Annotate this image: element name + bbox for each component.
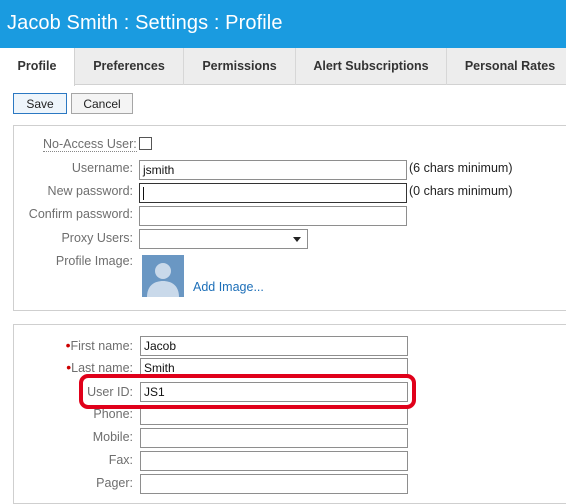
profile-image-label: Profile Image: [55, 254, 133, 268]
tab-permissions[interactable]: Permissions [184, 48, 296, 85]
chevron-down-icon[interactable] [293, 237, 301, 242]
last-name-label-text: Last name: [71, 361, 133, 375]
tab-preferences[interactable]: Preferences [75, 48, 184, 85]
add-image-link[interactable]: Add Image... [193, 280, 264, 294]
text-cursor [143, 187, 144, 201]
user-silhouette-icon[interactable] [142, 255, 184, 297]
user-id-label: User ID: [87, 385, 133, 399]
first-name-label-text: First name: [70, 339, 133, 353]
tab-profile[interactable]: Profile [0, 48, 75, 86]
cancel-button[interactable]: Cancel [71, 93, 133, 114]
last-name-label: •Last name: [13, 360, 133, 375]
username-label: Username: [71, 161, 133, 175]
pager-label: Pager: [96, 476, 133, 490]
title-bar: Jacob Smith : Settings : Profile [0, 0, 566, 48]
user-silhouette-graphic [142, 255, 184, 297]
username-hint: (6 chars minimum) [409, 161, 513, 175]
fax-field[interactable] [140, 451, 408, 471]
confirm-password-label: Confirm password: [28, 207, 133, 221]
tab-personal-rates[interactable]: Personal Rates [447, 48, 566, 85]
no-access-user-label: No-Access User: [43, 137, 137, 152]
username-field[interactable]: jsmith [139, 160, 407, 180]
new-password-hint: (0 chars minimum) [409, 184, 513, 198]
mobile-field[interactable] [140, 428, 408, 448]
save-button[interactable]: Save [13, 93, 67, 114]
last-name-field[interactable]: Smith [140, 358, 408, 378]
first-name-field[interactable]: Jacob [140, 336, 408, 356]
tab-alert-subscriptions[interactable]: Alert Subscriptions [296, 48, 447, 85]
tab-bar: Profile Preferences Permissions Alert Su… [0, 48, 566, 86]
pager-field[interactable] [140, 474, 408, 494]
new-password-label: New password: [47, 184, 133, 198]
no-access-user-checkbox[interactable] [139, 137, 152, 150]
new-password-field[interactable] [139, 183, 407, 203]
phone-field[interactable] [140, 405, 408, 425]
user-id-field[interactable]: JS1 [140, 382, 408, 402]
proxy-users-select[interactable] [139, 229, 308, 249]
phone-label: Phone: [93, 407, 133, 421]
page-title: Jacob Smith : Settings : Profile [7, 12, 283, 34]
mobile-label: Mobile: [92, 430, 133, 444]
fax-label: Fax: [108, 453, 133, 467]
first-name-label: •First name: [13, 338, 133, 353]
proxy-users-label: Proxy Users: [61, 231, 133, 245]
confirm-password-field[interactable] [139, 206, 407, 226]
